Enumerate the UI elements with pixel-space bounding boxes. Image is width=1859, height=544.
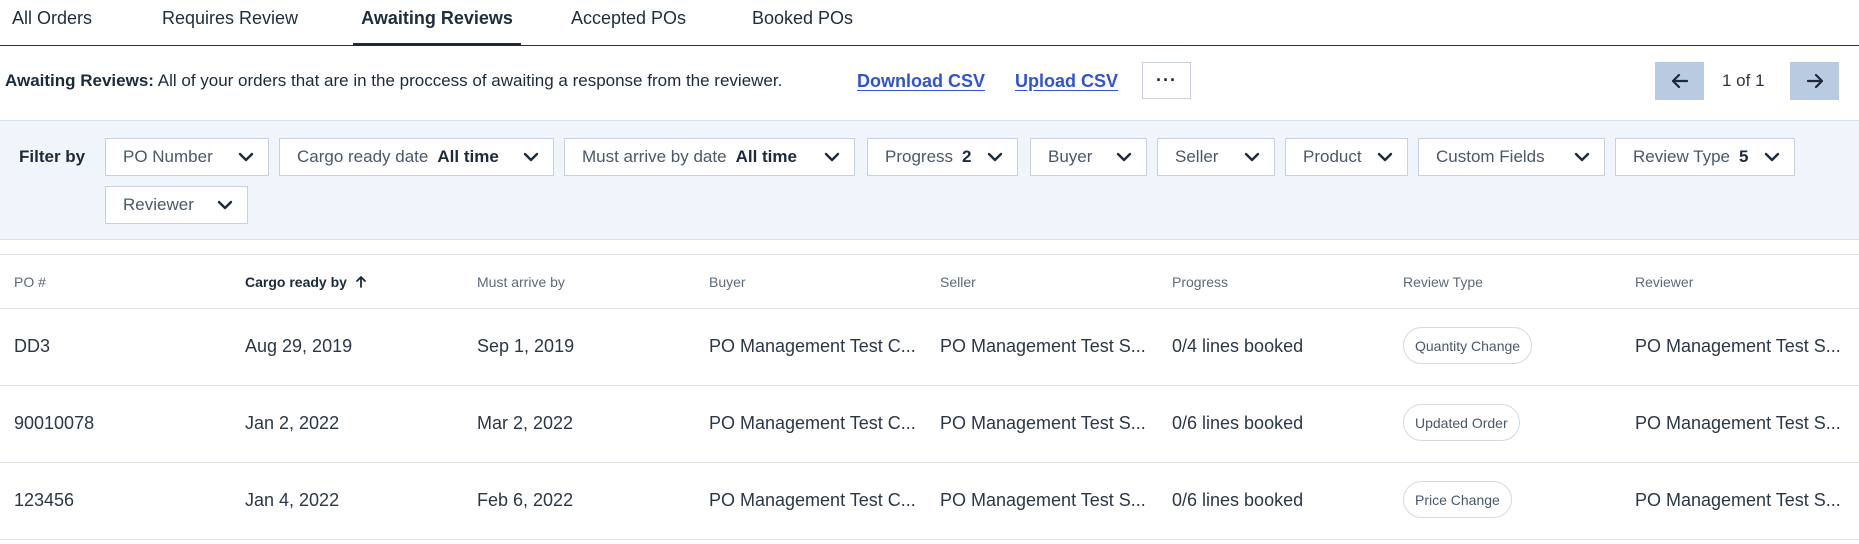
filter-label: Cargo ready date <box>297 147 429 166</box>
cell-reviewer: PO Management Test S... <box>1635 336 1841 356</box>
filter-reviewer[interactable]: Reviewer <box>105 186 248 224</box>
cell-progress: 0/6 lines booked <box>1172 413 1304 433</box>
filter-value: 2 <box>962 147 972 166</box>
cell-progress: 0/6 lines booked <box>1172 490 1304 510</box>
filter-product[interactable]: Product <box>1285 138 1408 176</box>
review-type-badge: Updated Order <box>1403 404 1520 441</box>
arrow-left-icon <box>1671 74 1688 88</box>
column-header-must-arrive-by[interactable]: Must arrive by <box>477 274 565 290</box>
column-header-label: Cargo ready by <box>245 274 347 290</box>
cell-seller: PO Management Test S... <box>940 413 1146 433</box>
cell-must-arrive-by: Sep 1, 2019 <box>477 336 575 356</box>
filter-buyer[interactable]: Buyer <box>1030 138 1147 176</box>
tab-bar: All Orders Requires Review Awaiting Revi… <box>0 0 1859 46</box>
cell-reviewer: PO Management Test S... <box>1635 490 1841 510</box>
tab-accepted-pos[interactable]: Accepted POs <box>571 8 686 46</box>
tab-booked-pos[interactable]: Booked POs <box>752 8 853 46</box>
info-heading: Awaiting Reviews: <box>5 71 154 90</box>
table-row[interactable]: 123456 Jan 4, 2022 Feb 6, 2022 PO Manage… <box>0 463 1859 540</box>
orders-table: PO # Cargo ready by Must arrive by Buyer… <box>0 254 1859 540</box>
filter-cargo-ready-date[interactable]: Cargo ready date All time <box>279 138 554 176</box>
review-type-badge: Price Change <box>1403 481 1512 518</box>
column-header-po-number[interactable]: PO # <box>14 274 46 290</box>
cell-po-number[interactable]: 123456 <box>14 490 214 511</box>
column-header-seller[interactable]: Seller <box>940 274 976 290</box>
cell-po-number[interactable]: 90010078 <box>14 413 214 434</box>
download-csv-link[interactable]: Download CSV <box>857 71 985 92</box>
cell-cargo-ready-by: Aug 29, 2019 <box>245 336 353 356</box>
filter-panel: Filter by PO Number Cargo ready date All… <box>0 120 1859 240</box>
filter-review-type[interactable]: Review Type 5 <box>1615 138 1795 176</box>
tab-awaiting-reviews[interactable]: Awaiting Reviews <box>353 8 521 46</box>
filter-progress[interactable]: Progress 2 <box>867 138 1018 176</box>
info-description: All of your orders that are in the procc… <box>157 71 783 90</box>
upload-csv-link[interactable]: Upload CSV <box>1015 71 1118 92</box>
filter-value: 5 <box>1739 147 1749 166</box>
column-header-cargo-ready-by[interactable]: Cargo ready by <box>245 274 366 290</box>
filter-seller[interactable]: Seller <box>1157 138 1275 176</box>
chevron-down-icon <box>824 152 840 162</box>
column-header-reviewer[interactable]: Reviewer <box>1635 274 1693 290</box>
filter-value: All time <box>735 147 797 166</box>
sort-ascending-icon <box>355 276 366 288</box>
filter-label: Seller <box>1175 147 1219 166</box>
filter-custom-fields[interactable]: Custom Fields <box>1418 138 1605 176</box>
chevron-down-icon <box>1116 152 1132 162</box>
next-page-button[interactable] <box>1790 62 1839 100</box>
table-row[interactable]: DD3 Aug 29, 2019 Sep 1, 2019 PO Manageme… <box>0 309 1859 386</box>
filter-label: Custom Fields <box>1436 147 1545 166</box>
page-indicator: 1 of 1 <box>1722 71 1765 90</box>
more-options-button[interactable]: ··· <box>1142 62 1191 99</box>
filter-label: PO Number <box>123 147 213 166</box>
previous-page-button[interactable] <box>1655 62 1704 100</box>
cell-progress: 0/4 lines booked <box>1172 336 1304 356</box>
table-row[interactable]: 90010078 Jan 2, 2022 Mar 2, 2022 PO Mana… <box>0 386 1859 463</box>
chevron-down-icon <box>238 152 254 162</box>
cell-must-arrive-by: Mar 2, 2022 <box>477 413 574 433</box>
chevron-down-icon <box>523 152 539 162</box>
cell-buyer: PO Management Test C... <box>709 413 916 433</box>
filter-po-number[interactable]: PO Number <box>105 138 269 176</box>
cell-cargo-ready-by: Jan 2, 2022 <box>245 413 340 433</box>
review-type-badge: Quantity Change <box>1403 327 1533 364</box>
cell-cargo-ready-by: Jan 4, 2022 <box>245 490 340 510</box>
tab-all-orders[interactable]: All Orders <box>12 8 92 46</box>
chevron-down-icon <box>1377 152 1393 162</box>
column-header-buyer[interactable]: Buyer <box>709 274 746 290</box>
column-header-progress[interactable]: Progress <box>1172 274 1228 290</box>
arrow-right-icon <box>1806 74 1823 88</box>
cell-reviewer: PO Management Test S... <box>1635 413 1841 433</box>
cell-seller: PO Management Test S... <box>940 490 1146 510</box>
chevron-down-icon <box>217 200 233 210</box>
filter-by-label: Filter by <box>19 147 86 166</box>
table-header: PO # Cargo ready by Must arrive by Buyer… <box>0 254 1859 309</box>
filter-label: Must arrive by date <box>582 147 727 166</box>
filter-label: Reviewer <box>123 195 194 214</box>
cell-must-arrive-by: Feb 6, 2022 <box>477 490 574 510</box>
tab-requires-review[interactable]: Requires Review <box>162 8 298 46</box>
chevron-down-icon <box>1574 152 1590 162</box>
cell-buyer: PO Management Test C... <box>709 336 916 356</box>
more-options-icon: ··· <box>1156 70 1177 90</box>
chevron-down-icon <box>1764 152 1780 162</box>
info-row: Awaiting Reviews: All of your orders tha… <box>0 62 1859 100</box>
info-description-line: Awaiting Reviews: All of your orders tha… <box>5 71 782 91</box>
cell-po-number[interactable]: DD3 <box>14 336 214 357</box>
filter-label: Progress <box>885 147 954 166</box>
filter-value: All time <box>437 147 499 166</box>
cell-buyer: PO Management Test C... <box>709 490 916 510</box>
chevron-down-icon <box>987 152 1003 162</box>
filter-label: Buyer <box>1048 147 1093 166</box>
filter-must-arrive-by-date[interactable]: Must arrive by date All time <box>564 138 855 176</box>
cell-seller: PO Management Test S... <box>940 336 1146 356</box>
filter-label: Review Type <box>1633 147 1731 166</box>
chevron-down-icon <box>1244 152 1260 162</box>
filter-label: Product <box>1303 147 1362 166</box>
column-header-review-type[interactable]: Review Type <box>1403 274 1483 290</box>
